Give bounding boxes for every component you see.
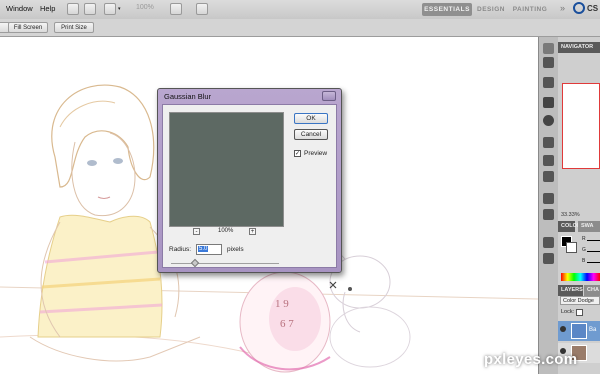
navigator-zoom-value[interactable]: 33.33% — [561, 212, 580, 218]
gaussian-blur-dialog: Gaussian Blur - 100% + OK Cancel ✓ Previ… — [157, 88, 342, 273]
layer-name: Ba — [589, 327, 597, 333]
layer-row-1[interactable]: Ba — [558, 321, 600, 341]
radius-slider-thumb[interactable] — [190, 258, 200, 268]
color-channel-r: R — [582, 236, 586, 242]
cancel-button[interactable]: Cancel — [294, 129, 328, 140]
workspace-design[interactable]: DESIGN — [476, 3, 506, 16]
menu-window[interactable]: Window — [6, 4, 33, 13]
character-icon[interactable] — [543, 193, 554, 204]
blur-preview[interactable] — [169, 112, 284, 227]
workspace-essentials[interactable]: ESSENTIALS — [422, 3, 472, 16]
menu-help[interactable]: Help — [40, 4, 55, 13]
layer-visibility-icon[interactable] — [560, 326, 566, 332]
ok-button[interactable]: OK — [294, 113, 328, 124]
panel-dock: NAVIGATOR 33.33% COLOR SWA R G B LAYERS … — [558, 37, 600, 374]
dialog-body: - 100% + OK Cancel ✓ Preview Radius: 5.0… — [162, 104, 337, 268]
preview-label: Preview — [304, 150, 328, 157]
dialog-title: Gaussian Blur — [164, 92, 212, 101]
info-icon[interactable] — [543, 115, 554, 126]
cs-live-label[interactable]: CS — [587, 4, 598, 13]
blend-mode-select[interactable]: Color Dodge — [560, 296, 600, 305]
view-extras-icon[interactable] — [104, 3, 116, 15]
clone-source-icon[interactable] — [543, 155, 554, 166]
color-channel-g: G — [582, 247, 586, 253]
color-slider-r[interactable] — [587, 240, 600, 241]
navigator-thumbnail[interactable] — [562, 83, 600, 169]
adjustments-icon[interactable] — [543, 237, 554, 248]
bridge-icon[interactable] — [67, 3, 79, 15]
print-size-button[interactable]: Print Size — [54, 22, 94, 33]
cs-live-icon[interactable] — [573, 2, 585, 14]
options-bar: Fill Screen Print Size — [0, 19, 600, 37]
panel-icon-strip — [538, 37, 559, 374]
history-icon[interactable] — [543, 57, 554, 68]
layer-thumbnail — [571, 323, 587, 339]
more-workspaces-icon[interactable]: » — [560, 3, 565, 13]
workspace-painting[interactable]: PAINTING — [512, 3, 548, 16]
brush-presets-icon[interactable] — [543, 137, 554, 148]
histogram-icon[interactable] — [543, 97, 554, 108]
radius-input[interactable]: 5.0 — [196, 244, 222, 255]
screen-mode-icon[interactable] — [196, 3, 208, 15]
chevron-down-icon[interactable]: ▾ — [118, 6, 121, 12]
preview-zoom-level: 100% — [218, 228, 234, 234]
tool-presets-icon[interactable] — [543, 171, 554, 182]
color-spectrum-bar[interactable] — [561, 273, 600, 281]
arrange-documents-icon[interactable] — [170, 3, 182, 15]
zoom-out-button[interactable]: - — [193, 228, 200, 235]
minibridge-icon[interactable] — [84, 3, 96, 15]
close-icon[interactable] — [322, 91, 336, 101]
radius-value: 5.0 — [198, 246, 209, 252]
tab-layers[interactable]: LAYERS — [558, 285, 583, 296]
svg-text:1 9: 1 9 — [275, 298, 289, 310]
preview-checkbox[interactable]: ✓ — [294, 150, 301, 157]
svg-text:6 7: 6 7 — [280, 318, 294, 330]
fill-screen-button[interactable]: Fill Screen — [8, 22, 48, 33]
tab-navigator[interactable]: NAVIGATOR — [558, 42, 600, 53]
tab-color[interactable]: COLOR — [558, 221, 581, 232]
tab-channels[interactable]: CHA — [584, 285, 600, 296]
watermark: pxleyes.com — [484, 351, 578, 368]
radius-label: Radius: — [169, 246, 192, 253]
color-slider-g[interactable] — [587, 251, 600, 252]
collapse-icon[interactable] — [543, 43, 554, 54]
radius-slider-track[interactable] — [171, 263, 279, 264]
color-slider-b[interactable] — [587, 262, 600, 263]
paragraph-icon[interactable] — [543, 209, 554, 220]
lock-label: Lock: — [561, 309, 575, 315]
tab-swatches[interactable]: SWA — [578, 221, 600, 232]
menu-bar: Window Help ▾ 100% ESSENTIALS DESIGN PAI… — [0, 0, 600, 20]
lock-transparency-checkbox[interactable] — [576, 309, 583, 316]
actions-icon[interactable] — [543, 77, 554, 88]
radius-units-label: pixels — [227, 246, 244, 253]
zoom-level[interactable]: 100% — [136, 4, 154, 11]
zoom-in-button[interactable]: + — [249, 228, 256, 235]
masks-icon[interactable] — [543, 253, 554, 264]
color-channel-b: B — [582, 258, 586, 264]
background-color-swatch[interactable] — [566, 242, 577, 253]
